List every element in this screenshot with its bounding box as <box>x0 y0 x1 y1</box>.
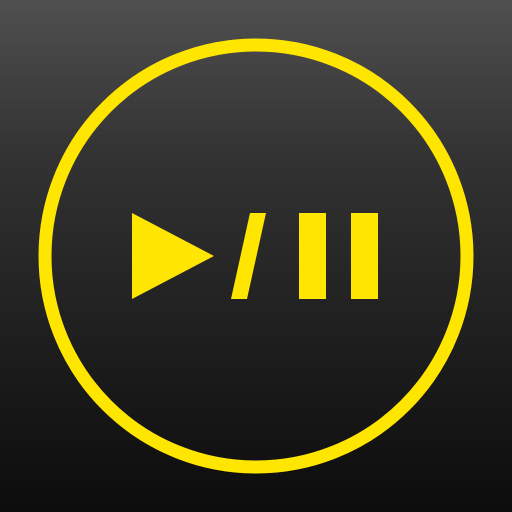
play-pause-icon[interactable] <box>0 0 512 512</box>
play-triangle-icon <box>132 213 214 299</box>
slash-glyph <box>231 213 266 299</box>
pause-bar-right-icon <box>351 213 378 299</box>
pause-bar-left-icon <box>299 213 326 299</box>
app-icon-canvas <box>0 0 512 512</box>
